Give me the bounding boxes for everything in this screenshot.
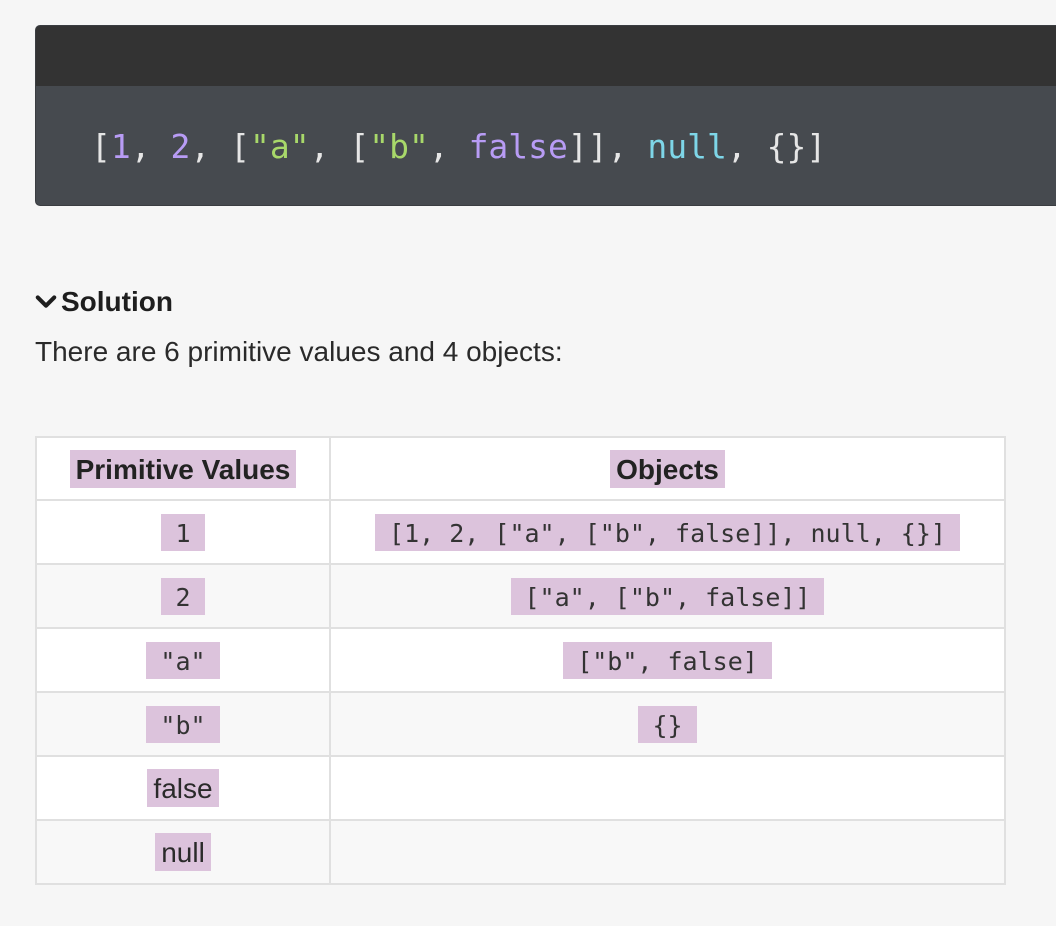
primitive-value: null — [155, 833, 211, 871]
primitive-cell: 2 — [35, 563, 331, 629]
primitive-cell: false — [35, 755, 331, 821]
object-value: ["b", false] — [563, 641, 772, 679]
object-cell: ["b", false] — [329, 627, 1006, 693]
object-value: {} — [638, 705, 697, 743]
primitive-cell: "b" — [35, 691, 331, 757]
table-row: 2 ["a", ["b", false]] — [35, 563, 1006, 629]
code-block: [1, 2, ["a", ["b", false]], null, {}] — [35, 25, 1056, 206]
code-token: false — [468, 126, 568, 166]
code-block-header — [36, 26, 1056, 86]
table-row: "b" {} — [35, 691, 1006, 757]
header-objects-label: Objects — [610, 449, 725, 488]
code-token: "a" — [249, 126, 310, 166]
object-cell — [329, 755, 1006, 821]
solution-table: Primitive Values Objects 1 [1, 2, ["a", [… — [35, 436, 1006, 885]
code-token: 2 — [170, 126, 191, 166]
header-objects: Objects — [329, 436, 1006, 501]
chevron-down-icon — [35, 295, 57, 308]
object-cell: ["a", ["b", false]] — [329, 563, 1006, 629]
code-token: [ — [91, 126, 111, 166]
primitive-value: "a" — [146, 641, 220, 679]
code-token: , — [130, 126, 171, 166]
code-token: "b" — [369, 126, 429, 166]
table-header-row: Primitive Values Objects — [35, 436, 1006, 501]
code-token: ]], — [567, 126, 648, 166]
code-token: , [ — [190, 126, 250, 166]
object-value: [1, 2, ["a", ["b", false]], null, {}] — [375, 513, 960, 551]
page: [1, 2, ["a", ["b", false]], null, {}] So… — [0, 0, 1056, 926]
code-token: , {}] — [726, 126, 827, 166]
solution-heading: Solution — [61, 286, 173, 317]
solution-toggle[interactable]: Solution — [35, 286, 173, 318]
table-row: false — [35, 755, 1006, 821]
object-value: ["a", ["b", false]] — [510, 577, 825, 615]
solution-summary-text: There are 6 primitive values and 4 objec… — [35, 336, 563, 367]
primitive-cell: 1 — [35, 499, 331, 565]
code-token: , [ — [309, 126, 370, 166]
header-primitive-values: Primitive Values — [35, 436, 331, 501]
primitive-value: "b" — [146, 705, 220, 743]
code-token: 1 — [110, 126, 131, 166]
code-token: null — [647, 126, 727, 166]
table-row: null — [35, 819, 1006, 885]
object-cell: [1, 2, ["a", ["b", false]], null, {}] — [329, 499, 1006, 565]
primitive-cell: null — [35, 819, 331, 885]
table-row: 1 [1, 2, ["a", ["b", false]], null, {}] — [35, 499, 1006, 565]
primitive-value: 2 — [161, 577, 205, 615]
primitive-value: false — [147, 769, 219, 807]
code-token: , — [428, 126, 469, 166]
object-cell: {} — [329, 691, 1006, 757]
table-row: "a" ["b", false] — [35, 627, 1006, 693]
code-block-body: [1, 2, ["a", ["b", false]], null, {}] — [36, 86, 1056, 205]
header-primitive-label: Primitive Values — [69, 449, 297, 488]
primitive-cell: "a" — [35, 627, 331, 693]
object-cell — [329, 819, 1006, 885]
primitive-value: 1 — [161, 513, 205, 551]
